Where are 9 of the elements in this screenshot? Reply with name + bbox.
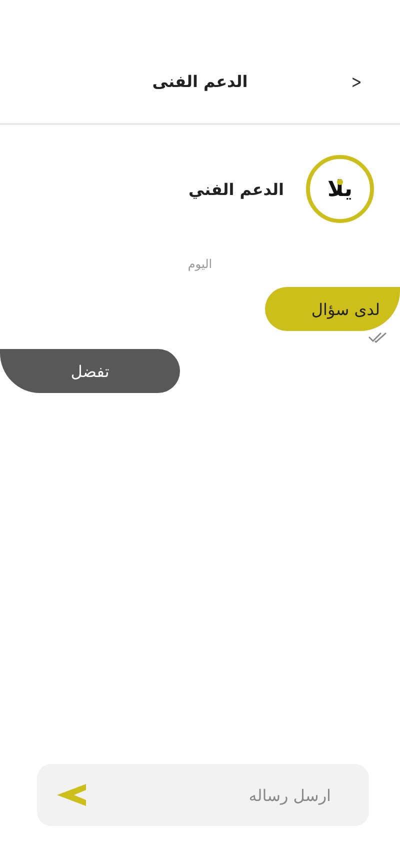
sent-message: لدى سؤال (265, 287, 400, 331)
send-icon[interactable] (57, 783, 87, 807)
contact-name: الدعم الفني (188, 180, 284, 198)
date-label: اليوم (188, 257, 212, 271)
message-field[interactable]: ارسل رساله (37, 764, 369, 826)
received-message: تفضل (0, 349, 180, 393)
message-input[interactable]: ارسل رساله (87, 784, 333, 806)
page-title: الدعم الفنى (152, 72, 248, 91)
back-button[interactable]: < (348, 72, 365, 93)
